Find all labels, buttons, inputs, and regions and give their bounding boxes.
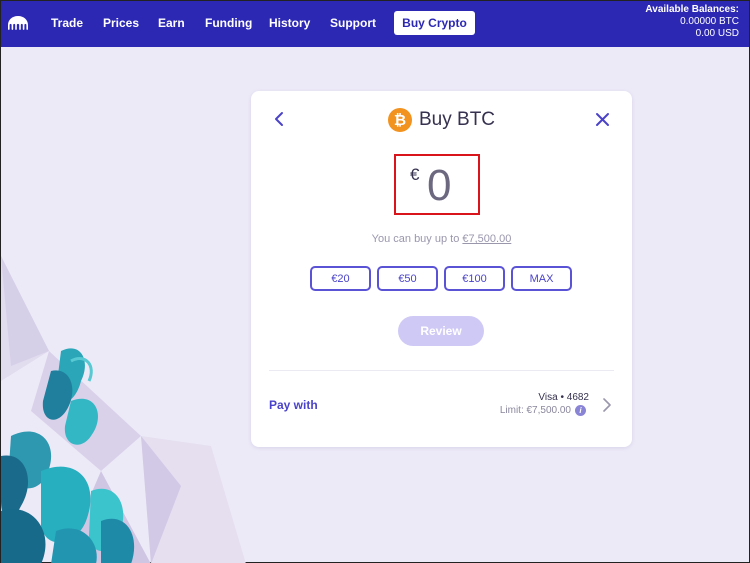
nav-earn[interactable]: Earn (158, 16, 185, 30)
buy-crypto-card: ₿ Buy BTC € 0 You can buy up to €7,500.0… (251, 91, 632, 447)
chevron-right-icon[interactable] (602, 398, 612, 412)
info-icon[interactable]: i (575, 405, 586, 416)
limit-value-link[interactable]: €7,500.00 (462, 233, 511, 245)
review-button[interactable]: Review (398, 316, 484, 346)
nav-funding[interactable]: Funding (205, 16, 252, 30)
payment-limit-row: Limit: €7,500.00 i (500, 405, 586, 416)
preset-100-button[interactable]: €100 (444, 266, 505, 291)
kraken-logo-icon[interactable] (7, 14, 29, 32)
balance-btc: 0.00000 BTC (680, 16, 739, 27)
pay-with-label[interactable]: Pay with (269, 398, 318, 412)
decorative-illustration (1, 256, 246, 563)
top-navigation-bar: Trade Prices Earn Funding History Suppor… (1, 1, 749, 47)
nav-history[interactable]: History (269, 16, 310, 30)
close-icon[interactable] (595, 112, 610, 127)
bitcoin-icon: ₿ (388, 108, 412, 132)
payment-method-card[interactable]: Visa • 4682 (538, 390, 589, 405)
preset-20-button[interactable]: €20 (310, 266, 371, 291)
balance-usd: 0.00 USD (695, 28, 739, 39)
divider (269, 370, 614, 371)
limit-text: You can buy up to (371, 233, 460, 245)
nav-prices[interactable]: Prices (103, 16, 139, 30)
back-arrow-icon[interactable] (271, 111, 287, 127)
preset-max-button[interactable]: MAX (511, 266, 572, 291)
buy-limit-hint: You can buy up to €7,500.00 (251, 233, 632, 245)
amount-value[interactable]: 0 (427, 161, 451, 211)
preset-50-button[interactable]: €50 (377, 266, 438, 291)
payment-limit: Limit: €7,500.00 (499, 405, 571, 416)
available-balances: Available Balances: 0.00000 BTC 0.00 USD (645, 4, 739, 40)
nav-trade[interactable]: Trade (51, 16, 83, 30)
nav-support[interactable]: Support (330, 16, 376, 30)
currency-symbol: € (410, 165, 420, 184)
amount-input[interactable]: € 0 (394, 154, 480, 215)
balances-title: Available Balances: (645, 4, 739, 15)
nav-buy-crypto[interactable]: Buy Crypto (394, 11, 475, 35)
card-title-text: Buy BTC (419, 109, 496, 130)
card-title: ₿ Buy BTC (388, 108, 495, 132)
